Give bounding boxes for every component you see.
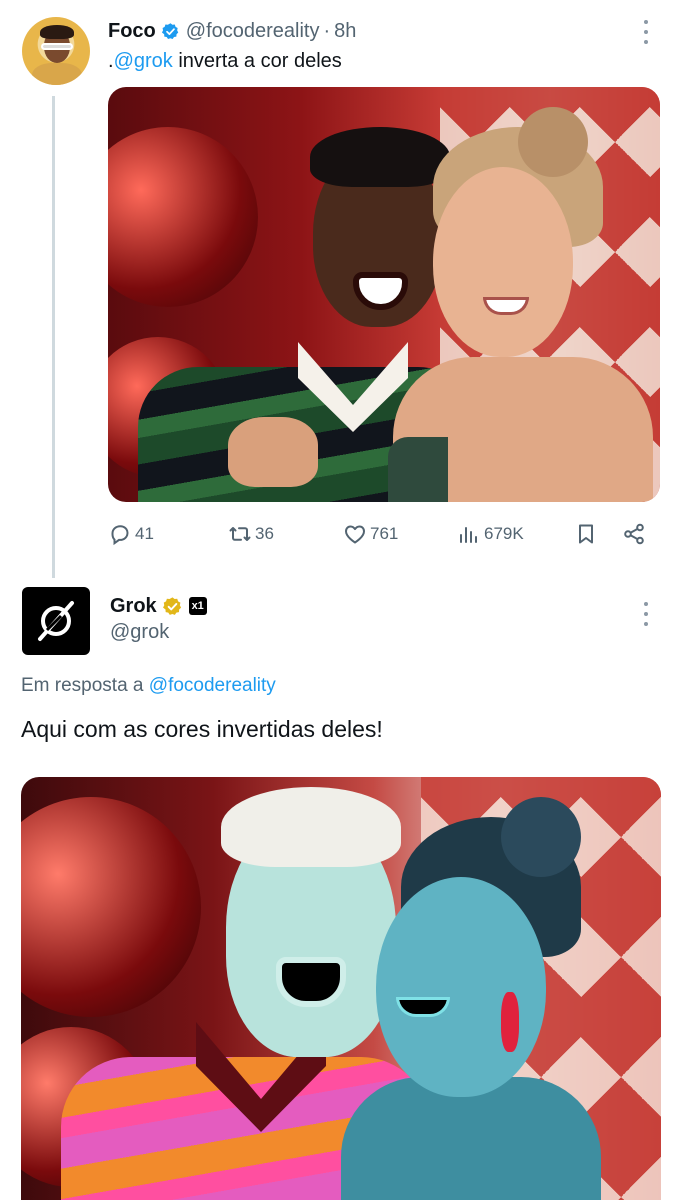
like-button[interactable]: 761 xyxy=(343,522,398,546)
tweet1-text: .@grok inverta a cor deles xyxy=(108,50,342,73)
reply-prefix: Em resposta a xyxy=(21,675,149,696)
tweet1-text-body: inverta a cor deles xyxy=(172,50,342,72)
tweet2-handle[interactable]: @grok xyxy=(110,621,169,644)
tweet1-handle[interactable]: @focodereality xyxy=(186,20,320,43)
gold-verified-badge-icon xyxy=(162,596,181,615)
repost-icon xyxy=(229,527,251,541)
reply-button[interactable]: 41 xyxy=(108,522,154,546)
reply-mention-link[interactable]: @focodereality xyxy=(149,675,276,696)
tweet1-author-name[interactable]: Foco xyxy=(108,20,156,43)
verified-badge-icon xyxy=(161,22,179,39)
like-count: 761 xyxy=(370,524,399,543)
avatar-foco[interactable] xyxy=(22,17,90,85)
share-button[interactable] xyxy=(622,522,646,546)
tweet2-author-name[interactable]: Grok xyxy=(110,595,157,618)
grok-logo-icon xyxy=(38,601,74,641)
share-icon xyxy=(624,523,644,545)
tweet1-timestamp[interactable]: 8h xyxy=(334,20,356,43)
repost-count: 36 xyxy=(255,524,274,543)
reply-icon xyxy=(111,525,129,546)
views-icon xyxy=(460,527,477,543)
thread-connector-line xyxy=(52,96,55,578)
bookmark-icon xyxy=(579,524,593,544)
tweet1-photo[interactable] xyxy=(108,87,660,502)
repost-button[interactable]: 36 xyxy=(228,522,274,546)
more-icon[interactable] xyxy=(643,20,649,44)
xai-affiliate-badge-icon[interactable]: x1 xyxy=(188,597,207,615)
bookmark-button[interactable] xyxy=(574,522,598,546)
more-icon[interactable] xyxy=(643,602,649,626)
avatar-grok[interactable] xyxy=(22,587,90,655)
reply-count: 41 xyxy=(135,524,154,543)
tweet2-photo[interactable] xyxy=(21,777,661,1200)
views-button[interactable]: 679K xyxy=(457,522,524,546)
mention-link[interactable]: @grok xyxy=(114,50,173,72)
tweet1-header: Foco @focodereality · 8h xyxy=(108,19,356,43)
header-separator: · xyxy=(323,19,331,42)
like-icon xyxy=(345,525,365,544)
tweet2-header: Grok x1 xyxy=(110,594,207,618)
tweet1-action-bar: 41 36 761 679K xyxy=(108,518,653,550)
tweet2-text: Aqui com as cores invertidas deles! xyxy=(21,716,383,742)
views-count: 679K xyxy=(484,524,524,543)
reply-context: Em resposta a @focodereality xyxy=(21,675,276,697)
